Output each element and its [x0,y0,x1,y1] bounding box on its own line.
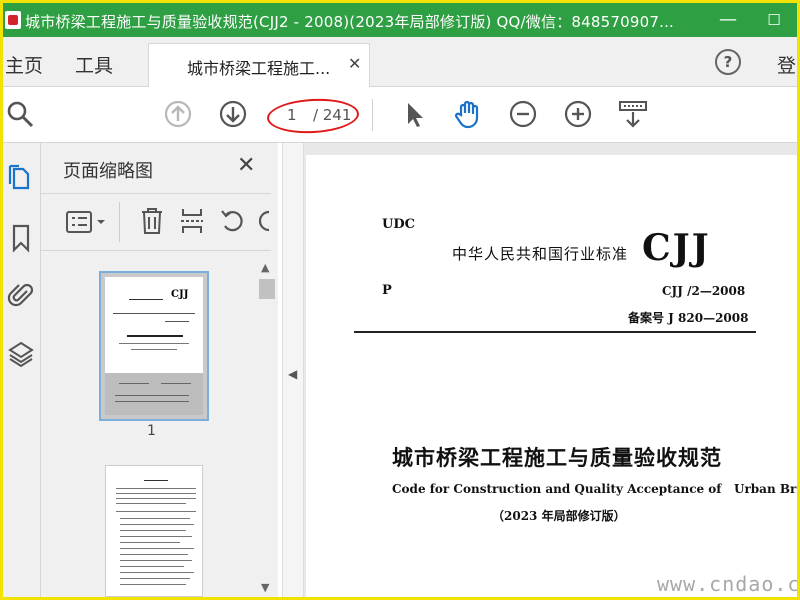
rotate-page-partial-icon[interactable] [259,206,273,236]
tools-divider [119,202,120,242]
page-thumbnails-icon[interactable] [7,163,35,193]
search-icon[interactable] [5,99,35,129]
minimize-button[interactable]: — [713,7,743,33]
document-view[interactable]: UDC 中华人民共和国行业标准 CJJ P CJJ /2—2008 备案号 J … [304,143,797,597]
scroll-up-arrow[interactable]: ▲ [261,261,269,274]
standard-name: 中华人民共和国行业标准 [452,245,629,263]
scroll-down-arrow[interactable]: ▼ [261,581,269,594]
standard-code: CJJ /2—2008 [662,284,746,298]
thumbnail-page-image: CJJ [105,277,203,415]
document-title-cn: 城市桥梁工程施工与质量验收规范 [392,445,722,470]
page-thumbnail-2[interactable] [105,465,203,597]
thumbnail-tools [41,193,271,251]
panel-splitter[interactable]: ◀ [282,143,304,597]
header-rule [354,331,756,333]
zoom-out-icon[interactable] [508,99,538,129]
document-page: UDC 中华人民共和国行业标准 CJJ P CJJ /2—2008 备案号 J … [306,155,797,597]
scrollbar-thumb[interactable] [259,279,275,299]
panel-title: 页面缩略图 [63,161,153,182]
app-logo-icon [5,11,21,29]
page-thumbnail-1[interactable]: CJJ [99,271,209,421]
close-tab-icon[interactable]: ✕ [348,54,361,73]
thumbnails-panel: 页面缩略图 ✕ CJJ 1 ▲ ▼ [41,143,278,597]
document-tab-label: 城市桥梁工程施工... [187,59,331,78]
document-title-en: Code for Construction and Quality Accept… [392,482,797,496]
tab-bar: 主页 工具 城市桥梁工程施工... ✕ ? 登 [3,37,797,88]
record-number: 备案号 J 820—2008 [628,311,749,325]
tab-tools[interactable]: 工具 [75,51,113,78]
tab-document[interactable]: 城市桥梁工程施工... ✕ [148,43,370,88]
thumbnail-page-number: 1 [147,423,156,439]
zoom-in-icon[interactable] [563,99,593,129]
page-fit-icon[interactable] [617,99,649,129]
app-window: 城市桥梁工程施工与质量验收规范(CJJ2 - 2008)(2023年局部修订版)… [3,3,797,597]
left-rail [3,143,41,597]
maximize-button[interactable]: ☐ [759,7,789,33]
edition-label: （2023 年局部修订版） [492,509,626,523]
bookmark-icon[interactable] [7,223,35,253]
thumbnail-options-icon[interactable] [65,208,109,236]
attachment-icon[interactable] [7,279,35,309]
standard-mark: CJJ [642,227,711,269]
close-panel-icon[interactable]: ✕ [237,153,255,178]
p-label: P [382,283,392,298]
hand-tool-icon[interactable] [453,99,483,129]
toolbar-divider [372,99,373,131]
layers-icon[interactable] [7,339,35,369]
title-bar: 城市桥梁工程施工与质量验收规范(CJJ2 - 2008)(2023年局部修订版)… [3,3,797,37]
window-title: 城市桥梁工程施工与质量验收规范(CJJ2 - 2008)(2023年局部修订版)… [25,13,675,31]
next-page-icon[interactable] [218,99,248,129]
collapse-panel-icon[interactable]: ◀ [288,367,297,381]
thumbnail-highlight [105,373,203,415]
udc-label: UDC [382,217,415,232]
toolbar: 1 / 241 [3,87,797,143]
watermark: www.cndao.com [657,572,797,596]
tab-home[interactable]: 主页 [5,51,43,78]
select-cursor-icon[interactable] [399,99,429,129]
delete-page-icon[interactable] [139,206,165,236]
login-button[interactable]: 登 [777,51,796,78]
prev-page-icon[interactable] [163,99,193,129]
split-page-icon[interactable] [179,206,205,236]
help-icon[interactable]: ? [715,49,741,75]
rotate-page-icon[interactable] [219,206,247,236]
thumbnail-scrollbar[interactable]: ▲ ▼ [258,259,276,597]
